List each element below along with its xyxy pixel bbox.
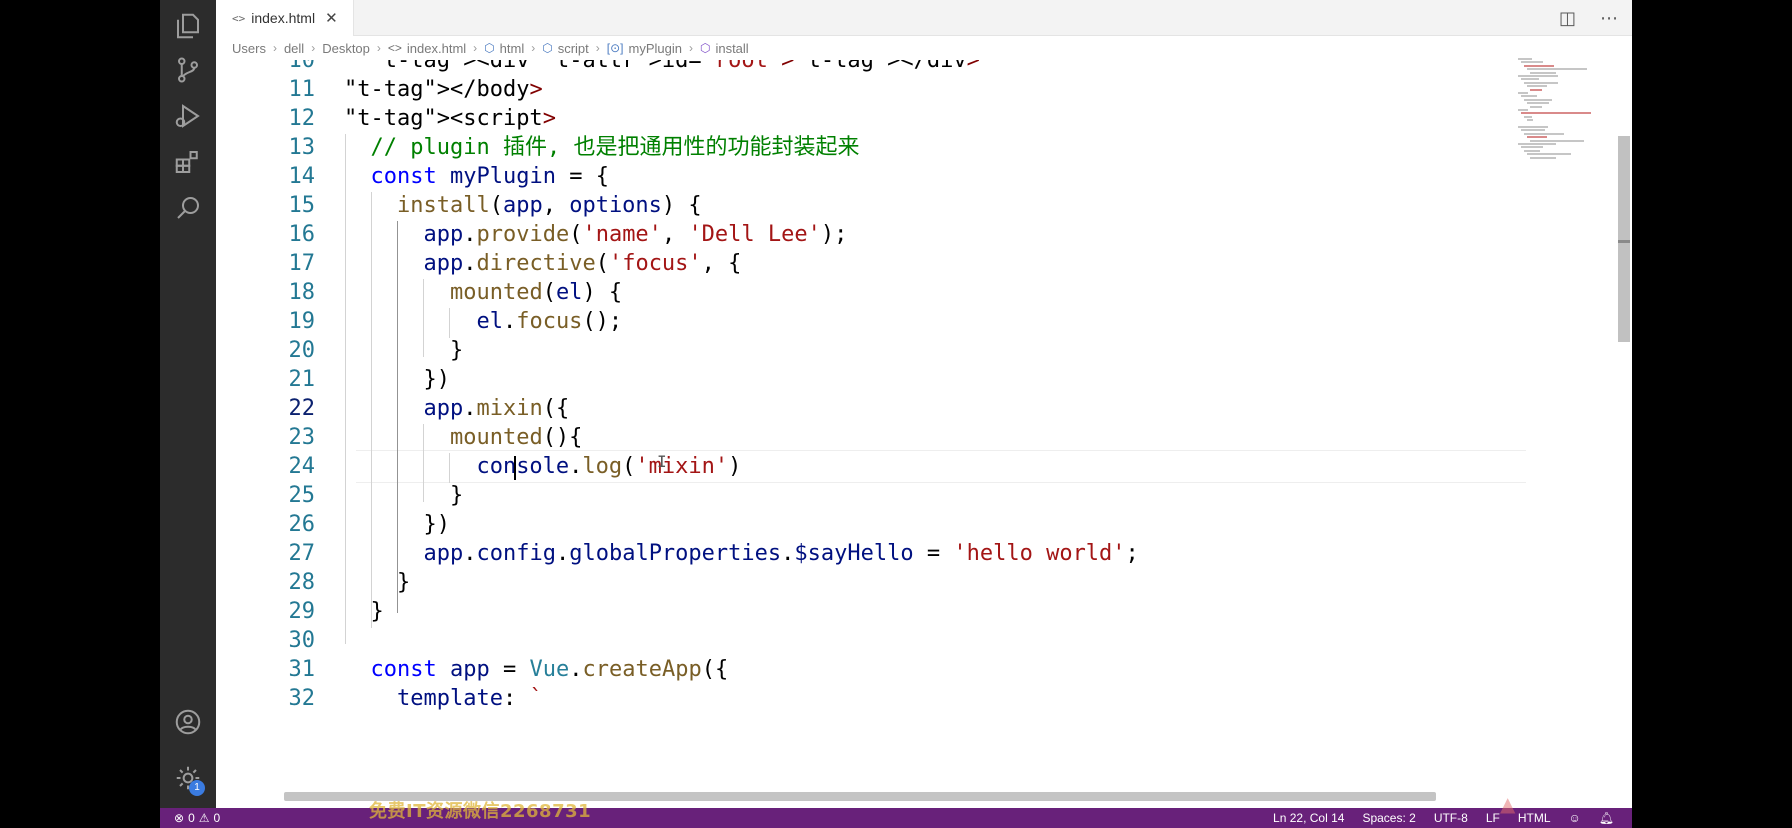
vertical-scrollbar[interactable] [1618, 136, 1630, 342]
minimap-line [1521, 61, 1543, 64]
minimap-line [1530, 105, 1542, 108]
breadcrumb-item[interactable]: html [500, 41, 525, 56]
breadcrumb-item[interactable]: Users [232, 41, 266, 56]
tab-bar: <> index.html ✕ ◫ ⋯ [216, 0, 1632, 36]
breadcrumb-item[interactable]: dell [284, 41, 304, 56]
minimap-line [1524, 115, 1532, 118]
scrollbar-cursor-marker [1618, 240, 1630, 243]
extensions-icon[interactable] [160, 136, 216, 188]
search-icon[interactable] [160, 182, 216, 234]
source-control-icon[interactable] [160, 44, 216, 96]
minimap-line [1530, 71, 1556, 74]
html-code-icon: <> [232, 11, 246, 25]
minimap-line [1524, 149, 1540, 152]
warning-count: 0 [213, 811, 221, 825]
vscode-window: 1 <> index.html ✕ ◫ ⋯ Users › dell › Deskt… [160, 0, 1632, 828]
minimap-line [1524, 64, 1554, 67]
minimap-line [1530, 156, 1556, 159]
indentation[interactable]: Spaces: 2 [1362, 811, 1415, 825]
minimap-line [1521, 78, 1539, 81]
minimap-line [1521, 95, 1537, 98]
error-icon: ⊗ [174, 811, 185, 825]
line-number: 32 [288, 686, 316, 711]
breadcrumb: Users › dell › Desktop › <> index.html › ⬡ htm… [232, 36, 749, 60]
chevron-right-icon: › [688, 41, 693, 55]
encoding[interactable]: UTF-8 [1434, 811, 1468, 825]
minimap-line [1527, 68, 1587, 71]
minimap-line [1530, 88, 1542, 91]
minimap-line [1524, 132, 1564, 135]
method-cube-icon: ⬡ [699, 41, 711, 55]
chevron-right-icon: › [311, 41, 316, 55]
minimap-line [1518, 92, 1528, 94]
tab-label: index.html [251, 10, 316, 26]
tab-actions: ◫ ⋯ [1559, 0, 1618, 36]
chevron-right-icon: › [376, 41, 381, 55]
end-of-line[interactable]: LF [1486, 811, 1500, 825]
line-code: template: ` [396, 686, 543, 711]
watermark-text: 免费IT资源微信2268731 [369, 801, 592, 822]
chevron-right-icon: › [531, 41, 536, 55]
minimap-line [1527, 153, 1571, 156]
account-icon[interactable] [160, 696, 216, 748]
activity-bar: 1 [160, 0, 216, 808]
cursor-position[interactable]: Ln 22, Col 14 [1273, 811, 1344, 825]
minimap-line [1527, 119, 1533, 122]
status-right: Ln 22, Col 14 Spaces: 2 UTF-8 LF HTML ☺ … [1273, 808, 1614, 828]
minimap-line [1524, 98, 1552, 101]
run-debug-icon[interactable] [160, 90, 216, 142]
feedback-icon[interactable]: ☺ [1569, 811, 1581, 825]
html-code-icon: <> [387, 41, 402, 55]
breadcrumb-item[interactable]: index.html [407, 41, 466, 56]
breadcrumb-item[interactable]: Desktop [322, 41, 370, 56]
minimap-line [1518, 126, 1548, 128]
brand-logo-icon: ▲ [1500, 792, 1516, 816]
minimap-line [1518, 58, 1532, 60]
element-cube-icon: ⬡ [484, 41, 495, 55]
home-indicator [584, 705, 988, 712]
minimap-line [1524, 81, 1558, 84]
manage-badge: 1 [189, 780, 205, 796]
problems-indicator[interactable]: ⊗ 0 ⚠ 0 [174, 808, 220, 828]
split-editor-icon[interactable]: ◫ [1559, 8, 1576, 29]
more-actions-icon[interactable]: ⋯ [1600, 8, 1618, 29]
notifications-bell-icon[interactable]: 🔔︎ [1599, 811, 1614, 825]
minimap-line [1530, 139, 1584, 142]
language-mode[interactable]: HTML [1518, 811, 1551, 825]
chevron-right-icon: › [473, 41, 478, 55]
minimap-line [1521, 129, 1545, 132]
tab-index-html[interactable]: <> index.html ✕ [216, 0, 354, 36]
minimap-line [1527, 102, 1549, 105]
manage-gear-icon[interactable]: 1 [160, 752, 216, 804]
minimap-line [1518, 143, 1556, 145]
code-editor[interactable]: 10 "t-tag"><div "t-attr">id="root">"t-ta… [216, 60, 1594, 796]
minimap-line [1527, 136, 1547, 139]
chevron-right-icon: › [595, 41, 600, 55]
minimap-line [1521, 146, 1543, 149]
element-cube-icon: ⬡ [542, 41, 553, 55]
text-cursor [514, 456, 516, 480]
ibeam-cursor-icon: I [657, 452, 667, 471]
close-icon[interactable]: ✕ [325, 9, 338, 27]
minimap-line [1521, 112, 1591, 115]
breadcrumb-item[interactable]: script [558, 41, 589, 56]
chevron-right-icon: › [272, 41, 277, 55]
minimap-line [1518, 109, 1528, 111]
variable-icon: [⊙] [606, 41, 624, 55]
breadcrumb-item[interactable]: myPlugin [629, 41, 682, 56]
warning-icon: ⚠ [198, 811, 210, 825]
minimap-line [1527, 85, 1547, 88]
minimap[interactable] [1518, 58, 1626, 168]
breadcrumb-item[interactable]: install [715, 41, 748, 56]
error-count: 0 [188, 811, 195, 825]
minimap-line [1518, 75, 1558, 77]
